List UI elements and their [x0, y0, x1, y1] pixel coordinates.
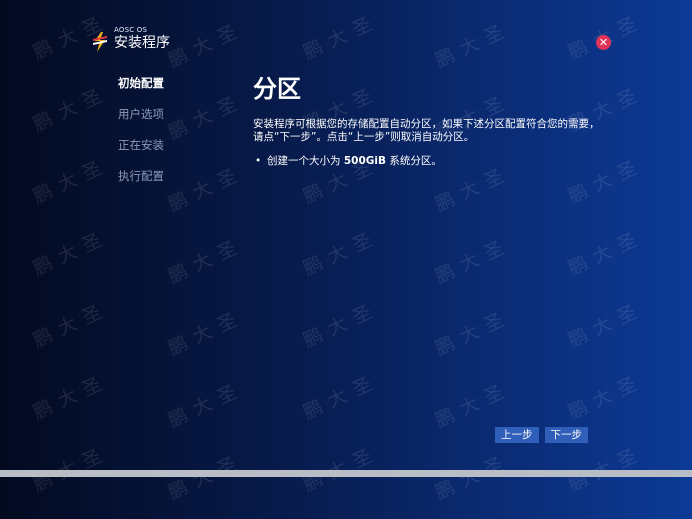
plan-suffix: 系统分区。 [385, 155, 442, 167]
main-content: 分区 安装程序可根据您的存储配置自动分区，如果下述分区配置符合您的需要，请点“下… [253, 74, 603, 168]
partition-plan-item: 创建一个大小为 500GiB 系统分区。 [255, 155, 603, 168]
watermark-text: 鹏大圣 [299, 441, 383, 496]
aosc-logo-icon [93, 32, 107, 52]
step-list: 初始配置 用户选项 正在安装 执行配置 [118, 76, 164, 200]
watermark-text: 鹏大圣 [164, 161, 248, 216]
watermark-text: 鹏大圣 [164, 17, 248, 72]
watermark-text: 鹏大圣 [431, 17, 515, 72]
watermark-text: 鹏大圣 [29, 441, 113, 496]
watermark-text: 鹏大圣 [29, 153, 113, 208]
brand-title: 安装程序 [114, 35, 170, 51]
watermark-text: 鹏大圣 [564, 297, 648, 352]
next-button[interactable]: 下一步 [544, 427, 588, 443]
watermark-text: 鹏大圣 [164, 89, 248, 144]
back-button[interactable]: 上一步 [495, 427, 539, 443]
watermark-text: 鹏大圣 [29, 369, 113, 424]
close-icon: ✕ [598, 36, 609, 49]
plan-size: 500GiB [343, 155, 386, 167]
plan-prefix: 创建一个大小为 [267, 155, 344, 167]
watermark-text: 鹏大圣 [431, 377, 515, 432]
watermark-text: 鹏大圣 [431, 233, 515, 288]
progress-bar [0, 470, 692, 477]
step-post-config: 执行配置 [118, 169, 164, 183]
navigation-buttons: 上一步 下一步 [495, 427, 588, 443]
watermark-text: 鹏大圣 [164, 305, 248, 360]
installer-brand: AOSC OS 安装程序 [92, 27, 170, 52]
close-button[interactable]: ✕ [596, 35, 611, 50]
watermark-text: 鹏大圣 [431, 305, 515, 360]
step-installing: 正在安装 [118, 138, 164, 152]
watermark-text: 鹏大圣 [299, 369, 383, 424]
partition-description: 安装程序可根据您的存储配置自动分区，如果下述分区配置符合您的需要，请点“下一步”… [253, 118, 600, 143]
page-title: 分区 [253, 75, 301, 103]
partition-plan-list: 创建一个大小为 500GiB 系统分区。 [253, 155, 603, 168]
watermark-text: 鹏大圣 [299, 9, 383, 64]
watermark-text: 鹏大圣 [29, 225, 113, 280]
progress-fill [0, 470, 692, 477]
watermark-text: 鹏大圣 [564, 441, 648, 496]
watermark-text: 鹏大圣 [29, 297, 113, 352]
watermark-text: 鹏大圣 [29, 81, 113, 136]
brand-small-label: AOSC OS [114, 26, 148, 34]
watermark-text: 鹏大圣 [299, 297, 383, 352]
watermark-text: 鹏大圣 [564, 225, 648, 280]
watermark-text: 鹏大圣 [564, 369, 648, 424]
watermark-text: 鹏大圣 [164, 377, 248, 432]
step-user-options: 用户选项 [118, 107, 164, 121]
step-initial-config: 初始配置 [118, 76, 164, 90]
watermark-text: 鹏大圣 [299, 225, 383, 280]
watermark-text: 鹏大圣 [164, 233, 248, 288]
